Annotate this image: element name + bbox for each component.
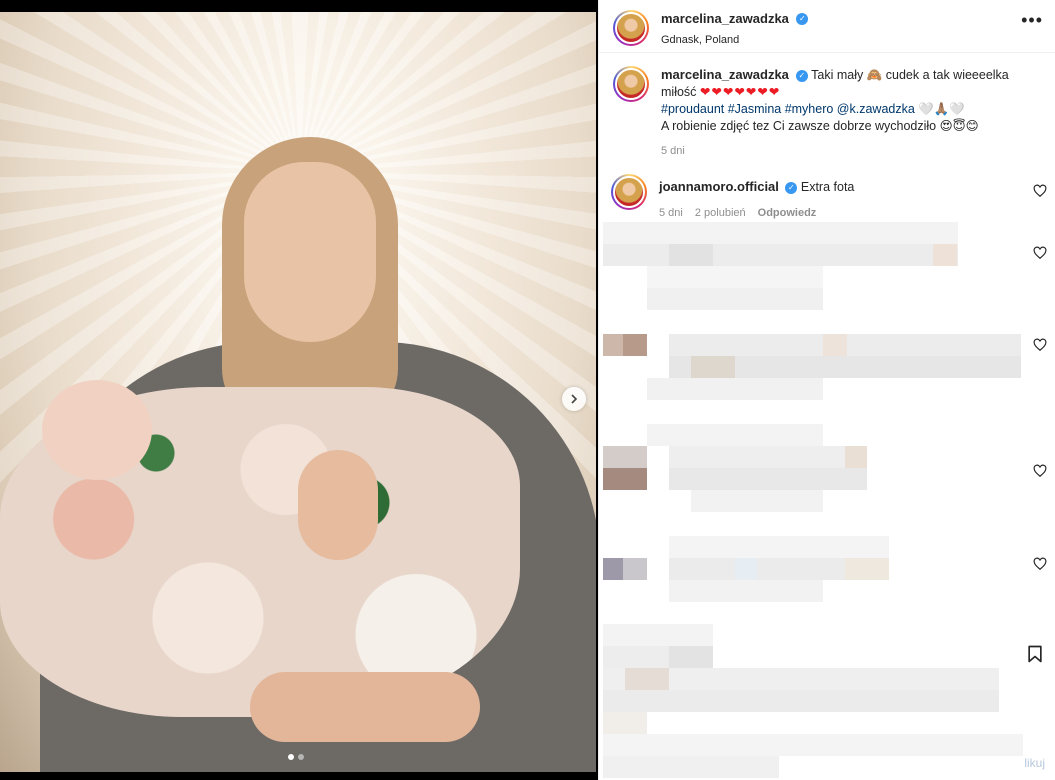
carousel-indicator bbox=[288, 754, 304, 760]
post-caption: marcelina_zawadzka ✓ Taki mały 🙈 cudek a … bbox=[613, 66, 1033, 160]
comment-item: joannamoro.official ✓ Extra fota 5 dni 2… bbox=[611, 174, 1041, 222]
caption-username[interactable]: marcelina_zawadzka bbox=[661, 67, 789, 82]
censored-comments-area bbox=[603, 222, 1039, 780]
caption-hearts: ❤❤❤❤❤❤❤ bbox=[699, 85, 781, 99]
verified-badge-icon: ✓ bbox=[796, 12, 809, 25]
chevron-right-icon bbox=[571, 394, 578, 404]
carousel-dot bbox=[298, 754, 304, 760]
commenter-avatar[interactable] bbox=[611, 174, 647, 210]
photo-face bbox=[244, 162, 376, 342]
caption-hashtags[interactable]: #proudaunt #Jasmina #myhero @k.zawadzka bbox=[661, 102, 915, 116]
verified-badge-icon: ✓ bbox=[785, 181, 798, 194]
heart-outline-icon[interactable] bbox=[1033, 184, 1047, 198]
comment-text: Extra fota bbox=[800, 180, 855, 194]
photo-hand bbox=[298, 450, 378, 560]
photo-hand-lower bbox=[250, 672, 480, 742]
post-details-panel: marcelina_zawadzka ✓ Gdnask, Poland ••• … bbox=[598, 0, 1055, 780]
comment-timestamp[interactable]: 5 dni bbox=[659, 205, 683, 222]
header-divider bbox=[599, 52, 1055, 53]
carousel-dot-active bbox=[288, 754, 294, 760]
post-header: marcelina_zawadzka ✓ Gdnask, Poland bbox=[613, 4, 1043, 52]
caption-author-avatar[interactable] bbox=[613, 66, 649, 102]
post-photo[interactable] bbox=[0, 12, 596, 772]
bookmark-icon[interactable] bbox=[1025, 644, 1045, 664]
like-link[interactable]: likuj bbox=[1024, 756, 1045, 770]
commenter-username[interactable]: joannamoro.official bbox=[659, 179, 779, 194]
comment-reply-button[interactable]: Odpowiedz bbox=[758, 205, 817, 222]
comment-likes[interactable]: 2 polubień bbox=[695, 205, 746, 222]
more-options-icon[interactable]: ••• bbox=[1021, 10, 1043, 31]
caption-line3: A robienie zdjęć tez Ci zawsze dobrze wy… bbox=[661, 119, 979, 133]
author-username[interactable]: marcelina_zawadzka bbox=[661, 11, 789, 26]
verified-badge-icon: ✓ bbox=[795, 69, 808, 82]
caption-timestamp[interactable]: 5 dni bbox=[661, 143, 1033, 160]
caption-tags-emoji: 🤍🙏🏽🤍 bbox=[918, 102, 965, 116]
author-avatar[interactable] bbox=[613, 10, 649, 46]
next-photo-button[interactable] bbox=[562, 387, 586, 411]
photo-baby-head bbox=[42, 380, 152, 480]
post-location[interactable]: Gdnask, Poland bbox=[661, 34, 808, 46]
